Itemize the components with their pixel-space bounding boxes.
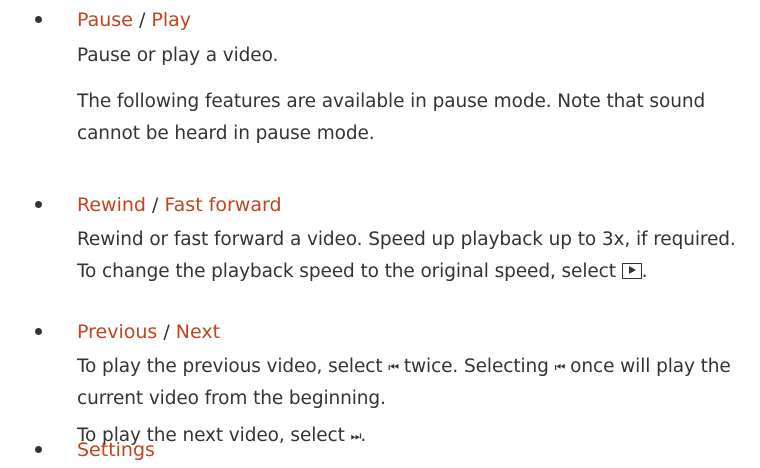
item-heading: Rewind / Fast forward bbox=[77, 187, 282, 223]
heading-previous: Previous bbox=[77, 321, 158, 343]
play-button-icon bbox=[621, 263, 642, 279]
item-note: To play the next video, select ⏭. bbox=[77, 420, 747, 452]
heading-pause: Pause bbox=[77, 9, 133, 31]
item-description: Pause or play a video. bbox=[77, 45, 279, 66]
description-text-2: twice. Selecting bbox=[403, 356, 549, 377]
heading-rewind: Rewind bbox=[77, 194, 146, 216]
description-text-1: To play the previous video, select bbox=[77, 356, 383, 377]
description-end: . bbox=[641, 261, 648, 282]
note-end: . bbox=[360, 425, 367, 446]
bullet-icon bbox=[35, 16, 42, 23]
item-heading: Settings bbox=[77, 432, 155, 468]
next-track-icon: ⏭ bbox=[350, 429, 362, 443]
heading-separator: / bbox=[152, 194, 159, 216]
heading-play: Play bbox=[151, 9, 192, 31]
heading-next: Next bbox=[175, 321, 221, 343]
document-page: Pause / Play Pause or play a video. The … bbox=[0, 0, 760, 465]
heading-settings: Settings bbox=[77, 439, 155, 461]
item-description: To play the previous video, select ⏮ twi… bbox=[77, 351, 747, 415]
bullet-icon bbox=[35, 328, 42, 335]
previous-track-icon: ⏮ bbox=[554, 360, 566, 374]
item-heading: Pause / Play bbox=[77, 2, 191, 38]
item-description: Rewind or fast forward a video. Speed up… bbox=[77, 224, 747, 288]
heading-fast-forward: Fast forward bbox=[164, 194, 282, 216]
item-note: The following features are available in … bbox=[77, 91, 706, 144]
item-heading: Previous / Next bbox=[77, 314, 220, 350]
heading-separator: / bbox=[138, 9, 146, 31]
bullet-icon bbox=[35, 446, 42, 453]
bullet-icon bbox=[35, 201, 42, 208]
heading-separator: / bbox=[163, 321, 170, 343]
previous-track-icon: ⏮ bbox=[388, 360, 399, 374]
